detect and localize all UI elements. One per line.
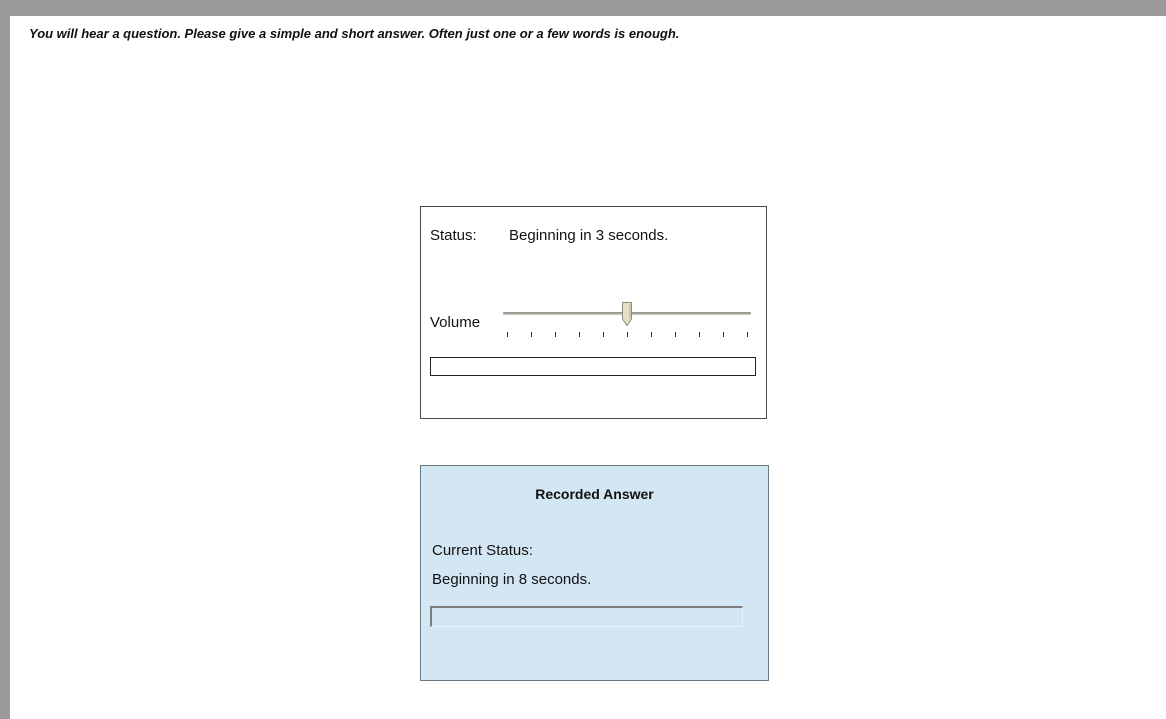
instructions-text: You will hear a question. Please give a … — [29, 26, 680, 41]
window-top-border — [0, 0, 1166, 16]
current-status-label: Current Status: — [432, 542, 533, 559]
playback-progress-bar — [430, 357, 756, 376]
recording-progress-bar — [430, 606, 743, 627]
volume-tick — [651, 332, 652, 337]
volume-tick — [603, 332, 604, 337]
volume-slider-ticks — [503, 332, 751, 340]
question-page: You will hear a question. Please give a … — [10, 16, 1166, 719]
audio-player-panel: Status: Beginning in 3 seconds. Volume — [420, 206, 767, 419]
current-status-value: Beginning in 8 seconds. — [432, 571, 592, 588]
player-status-label: Status: — [430, 227, 477, 244]
volume-tick — [531, 332, 532, 337]
window-left-border — [0, 0, 10, 719]
recorder-title: Recorded Answer — [535, 486, 654, 502]
volume-tick — [699, 332, 700, 337]
volume-tick — [555, 332, 556, 337]
volume-slider[interactable] — [503, 299, 751, 339]
volume-tick — [675, 332, 676, 337]
volume-tick — [747, 332, 748, 337]
volume-tick — [723, 332, 724, 337]
volume-label: Volume — [430, 314, 481, 331]
player-status-text: Beginning in 3 seconds. — [509, 227, 669, 244]
volume-tick — [507, 332, 508, 337]
recorder-panel: Recorded Answer Current Status: Beginnin… — [420, 465, 769, 681]
slider-thumb-icon[interactable] — [622, 302, 632, 327]
volume-tick — [579, 332, 580, 337]
volume-tick — [627, 332, 628, 337]
